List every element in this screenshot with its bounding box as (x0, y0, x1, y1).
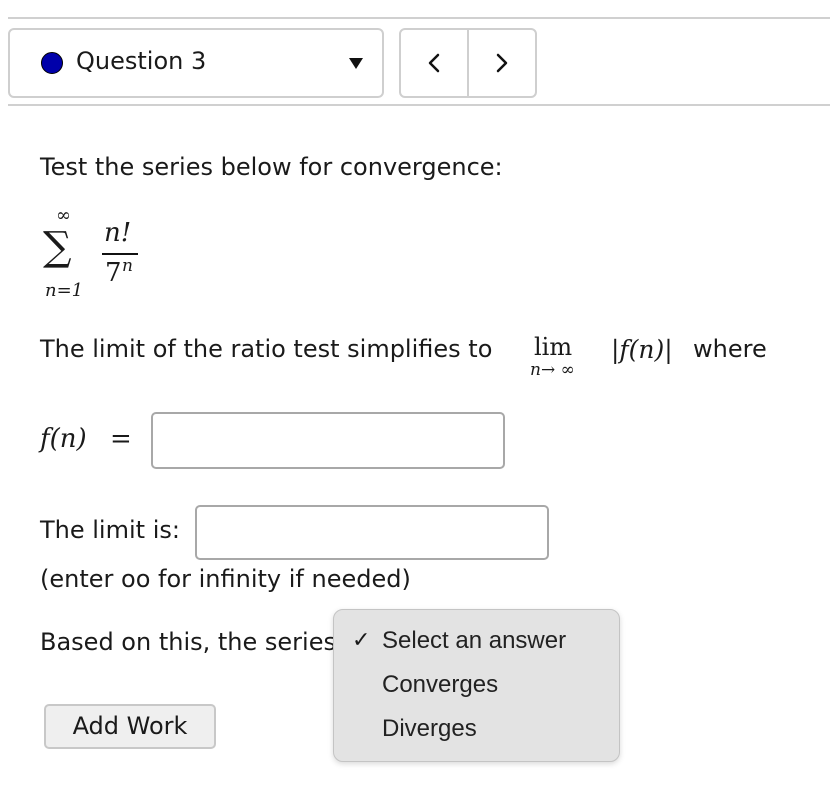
option-select-an-answer[interactable]: Select an answer (382, 627, 566, 655)
series-denominator-exponent: n (122, 256, 133, 276)
ratio-test-text: The limit of the ratio test simplifies t… (40, 335, 493, 363)
question-label: Question 3 (76, 47, 207, 75)
checkmark-icon: ✓ (352, 628, 371, 653)
chevron-left-icon (428, 53, 440, 73)
next-question-button[interactable] (469, 30, 535, 96)
fn-label: f(n) (40, 424, 87, 454)
series-lower-limit: n=1 (45, 280, 84, 301)
infinity-hint: (enter oo for infinity if needed) (40, 565, 411, 593)
limit-input[interactable] (195, 505, 549, 560)
series-upper-limit: ∞ (56, 205, 71, 226)
option-diverges[interactable]: Diverges (382, 715, 477, 743)
sigma-symbol: ∑ (43, 224, 72, 270)
dropdown-caret-icon (349, 58, 363, 69)
fn-input[interactable] (151, 412, 505, 469)
add-work-button[interactable]: Add Work (44, 704, 216, 749)
series-numerator: n! (104, 218, 132, 248)
chevron-right-icon (496, 53, 508, 73)
conclusion-text: Based on this, the series (40, 628, 336, 656)
header-divider (8, 104, 830, 106)
fraction-bar (102, 253, 138, 255)
status-dot (41, 52, 63, 74)
answer-dropdown-menu: ✓ Select an answer Converges Diverges (333, 609, 620, 762)
series-denominator-base: 7 (105, 258, 122, 288)
limit-subscript: n→ ∞ (530, 360, 575, 380)
question-nav (399, 28, 537, 98)
limit-word: lim (534, 333, 573, 361)
question-prompt: Test the series below for convergence: (40, 153, 503, 181)
top-divider (8, 17, 830, 19)
absolute-value-expression: |f(n)| (611, 335, 673, 364)
where-text: where (693, 335, 767, 363)
option-converges[interactable]: Converges (382, 671, 498, 699)
equals-sign: = (110, 424, 132, 454)
previous-question-button[interactable] (401, 30, 467, 96)
limit-label: The limit is: (40, 516, 180, 544)
question-select[interactable]: Question 3 (8, 28, 384, 98)
